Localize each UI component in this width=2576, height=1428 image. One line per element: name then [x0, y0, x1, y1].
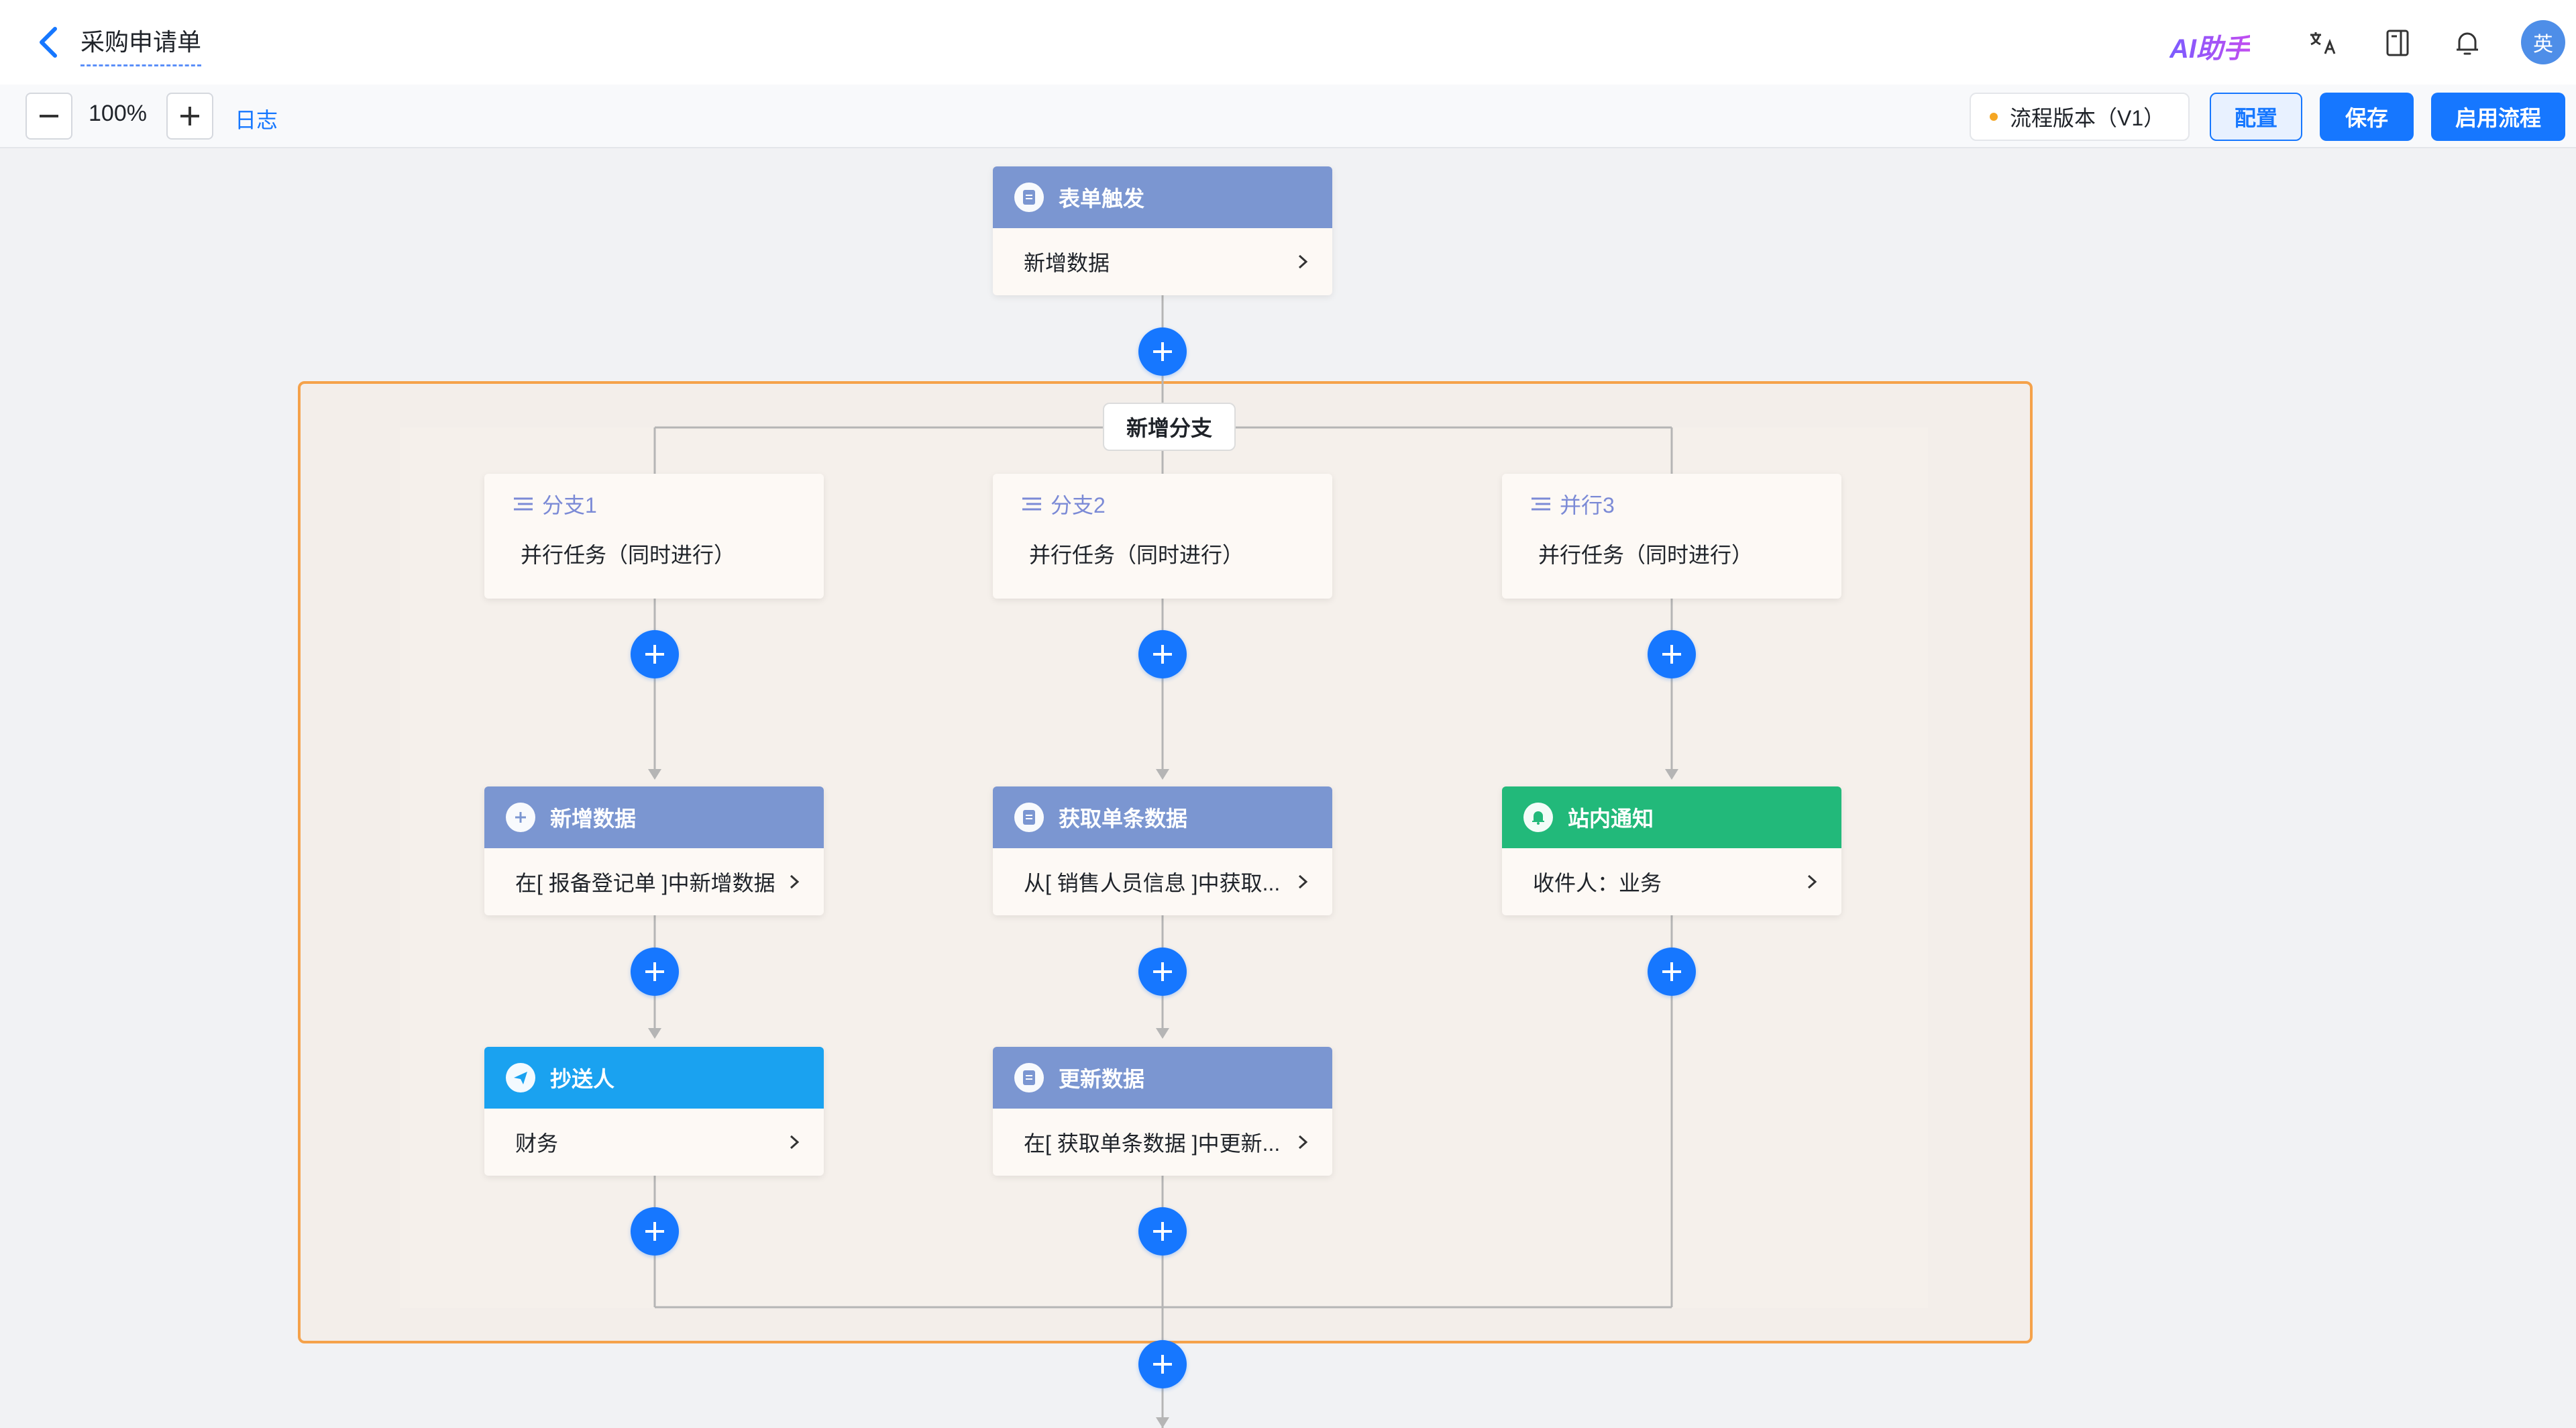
update-data-node[interactable]: 更新数据 在[ 获取单条数据 ]中更新...: [993, 1047, 1332, 1176]
branch-2-card[interactable]: 分支2 并行任务（同时进行）: [993, 474, 1332, 599]
node-body: 在[ 报备登记单 ]中新增数据: [484, 848, 824, 915]
site-notification-node[interactable]: 站内通知 收件人：业务: [1502, 786, 1841, 915]
node-header: 获取单条数据: [993, 786, 1332, 848]
send-icon: [506, 1063, 535, 1092]
chevron-right-icon: [1807, 874, 1817, 889]
branch-list-icon: [514, 497, 533, 511]
node-body: 收件人：业务: [1502, 848, 1841, 915]
node-description: 在[ 报备登记单 ]中新增数据: [515, 871, 775, 895]
get-single-data-node[interactable]: 获取单条数据 从[ 销售人员信息 ]中获取...: [993, 786, 1332, 915]
node-header: 站内通知: [1502, 786, 1841, 848]
node-body: 在[ 获取单条数据 ]中更新...: [993, 1109, 1332, 1176]
branch-description: 并行任务（同时进行）: [1538, 543, 1754, 567]
add-node-button[interactable]: [1138, 630, 1187, 678]
add-node-button[interactable]: [1138, 327, 1187, 376]
plus-icon: [1662, 962, 1681, 981]
branch-title: 并行3: [1560, 493, 1615, 517]
add-node-button[interactable]: [1138, 948, 1187, 996]
branch-description: 并行任务（同时进行）: [1029, 543, 1244, 567]
branch-header: 分支1: [513, 489, 597, 519]
node-header: 抄送人: [484, 1047, 824, 1109]
cc-node[interactable]: 抄送人 财务: [484, 1047, 824, 1176]
branch-header: 分支2: [1021, 489, 1106, 519]
plus-icon: [1153, 645, 1172, 664]
branch-3-card[interactable]: 并行3 并行任务（同时进行）: [1502, 474, 1841, 599]
node-description: 在[ 获取单条数据 ]中更新...: [1024, 1131, 1281, 1156]
add-branch-button[interactable]: 新增分支: [1103, 403, 1236, 451]
notification-icon: [1523, 803, 1553, 832]
plus-icon: [1153, 1222, 1172, 1241]
node-header: 新增数据: [484, 786, 824, 848]
node-title: 站内通知: [1568, 807, 1654, 831]
add-data-node[interactable]: 新增数据 在[ 报备登记单 ]中新增数据: [484, 786, 824, 915]
plus-icon: [1153, 1355, 1172, 1374]
node-body: 新增数据: [993, 228, 1332, 295]
add-node-button[interactable]: [1138, 1207, 1187, 1256]
node-description: 收件人：业务: [1533, 871, 1662, 895]
trigger-node[interactable]: 表单触发 新增数据: [993, 166, 1332, 295]
plus-circle-icon: [506, 803, 535, 832]
chevron-right-icon: [1298, 874, 1308, 889]
document-icon: [1014, 803, 1044, 832]
plus-icon: [645, 645, 664, 664]
add-node-button[interactable]: [631, 1207, 679, 1256]
branch-1-card[interactable]: 分支1 并行任务（同时进行）: [484, 474, 824, 599]
node-title: 获取单条数据: [1059, 807, 1188, 831]
node-body: 从[ 销售人员信息 ]中获取...: [993, 848, 1332, 915]
add-node-button[interactable]: [1648, 948, 1696, 996]
branch-header: 并行3: [1530, 489, 1615, 519]
node-header: 更新数据: [993, 1047, 1332, 1109]
document-icon: [1014, 1063, 1044, 1092]
chevron-right-icon: [1298, 1135, 1308, 1150]
document-icon: [1014, 183, 1044, 212]
chevron-right-icon: [1298, 254, 1308, 269]
chevron-right-icon: [790, 874, 800, 889]
plus-icon: [645, 962, 664, 981]
chevron-right-icon: [790, 1135, 800, 1150]
node-title: 表单触发: [1059, 187, 1145, 211]
add-node-button[interactable]: [631, 630, 679, 678]
branch-list-icon: [1022, 497, 1041, 511]
plus-icon: [1153, 342, 1172, 361]
plus-icon: [1153, 962, 1172, 981]
branch-description: 并行任务（同时进行）: [521, 543, 736, 567]
plus-icon: [645, 1222, 664, 1241]
add-node-button[interactable]: [1648, 630, 1696, 678]
plus-icon: [1662, 645, 1681, 664]
node-title: 新增数据: [550, 807, 637, 831]
branch-title: 分支1: [542, 493, 597, 517]
add-node-button[interactable]: [631, 948, 679, 996]
node-description: 新增数据: [1024, 251, 1110, 275]
branch-list-icon: [1532, 497, 1550, 511]
node-description: 财务: [515, 1131, 559, 1156]
add-node-button[interactable]: [1138, 1340, 1187, 1388]
node-body: 财务: [484, 1109, 824, 1176]
node-title: 更新数据: [1059, 1067, 1145, 1091]
node-title: 抄送人: [550, 1067, 615, 1091]
node-description: 从[ 销售人员信息 ]中获取...: [1024, 871, 1281, 895]
node-header: 表单触发: [993, 166, 1332, 228]
branch-title: 分支2: [1051, 493, 1106, 517]
